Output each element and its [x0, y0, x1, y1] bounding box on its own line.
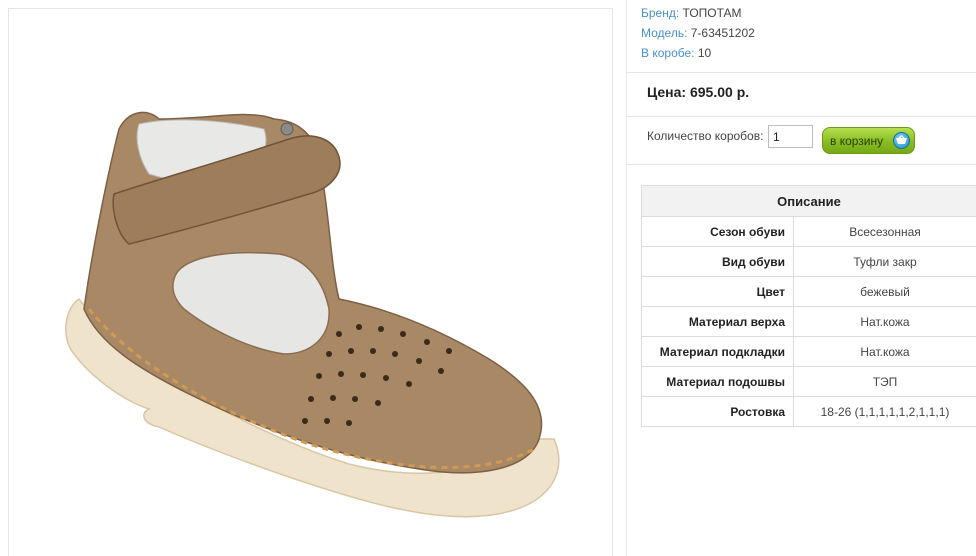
divider: [627, 164, 976, 165]
spec-key: Ростовка: [641, 396, 794, 427]
model-value: 7-63451202: [690, 26, 755, 40]
quantity-label: Количество коробов:: [647, 129, 764, 143]
model-line: Модель: 7-63451202: [641, 26, 755, 40]
spec-value: бежевый: [793, 276, 976, 307]
spec-value: Нат.кожа: [793, 306, 976, 337]
description-table: Описание Сезон обуви Всесезонная Вид обу…: [641, 185, 976, 427]
model-label[interactable]: Модель:: [641, 26, 687, 40]
price: Цена: 695.00 р.: [647, 84, 750, 100]
table-row: Сезон обуви Всесезонная: [641, 216, 976, 247]
table-row: Ростовка 18-26 (1,1,1,1,1,2,1,1,1): [641, 396, 976, 427]
product-info-panel: Бренд: ТОПОТАМ Модель: 7-63451202 В коро…: [626, 0, 976, 556]
spec-key: Материал подошвы: [641, 366, 794, 397]
spec-key: Цвет: [641, 276, 794, 307]
spec-key: Материал верха: [641, 306, 794, 337]
description-title: Описание: [641, 185, 976, 217]
add-to-cart-label: в корзину: [830, 134, 884, 148]
table-row: Материал верха Нат.кожа: [641, 306, 976, 337]
divider: [627, 72, 976, 73]
brand-line: Бренд: ТОПОТАМ: [641, 6, 742, 20]
product-page: Бренд: ТОПОТАМ Модель: 7-63451202 В коро…: [0, 0, 976, 556]
box-value: 10: [697, 46, 712, 60]
add-to-cart-button[interactable]: в корзину: [822, 127, 915, 154]
basket-icon: [893, 132, 910, 149]
quantity-input[interactable]: [768, 125, 813, 148]
table-row: Материал подкладки Нат.кожа: [641, 336, 976, 367]
spec-key: Сезон обуви: [641, 216, 794, 247]
brand-value: ТОПОТАМ: [682, 6, 742, 20]
box-line: В коробе: 10: [641, 46, 711, 60]
spec-value: ТЭП: [793, 366, 976, 397]
table-row: Вид обуви Туфли закр: [641, 246, 976, 277]
spec-key: Вид обуви: [641, 246, 794, 277]
spec-value: Всесезонная: [793, 216, 976, 247]
product-image-panel: [8, 8, 613, 556]
spec-key: Материал подкладки: [641, 336, 794, 367]
shoe-image[interactable]: [9, 9, 614, 556]
box-label[interactable]: В коробе:: [641, 46, 695, 60]
table-row: Материал подошвы ТЭП: [641, 366, 976, 397]
brand-label[interactable]: Бренд:: [641, 6, 679, 20]
spec-value: Туфли закр: [793, 246, 976, 277]
divider: [627, 116, 976, 117]
table-row: Цвет бежевый: [641, 276, 976, 307]
spec-value: 18-26 (1,1,1,1,1,2,1,1,1): [793, 396, 976, 427]
spec-value: Нат.кожа: [793, 336, 976, 367]
